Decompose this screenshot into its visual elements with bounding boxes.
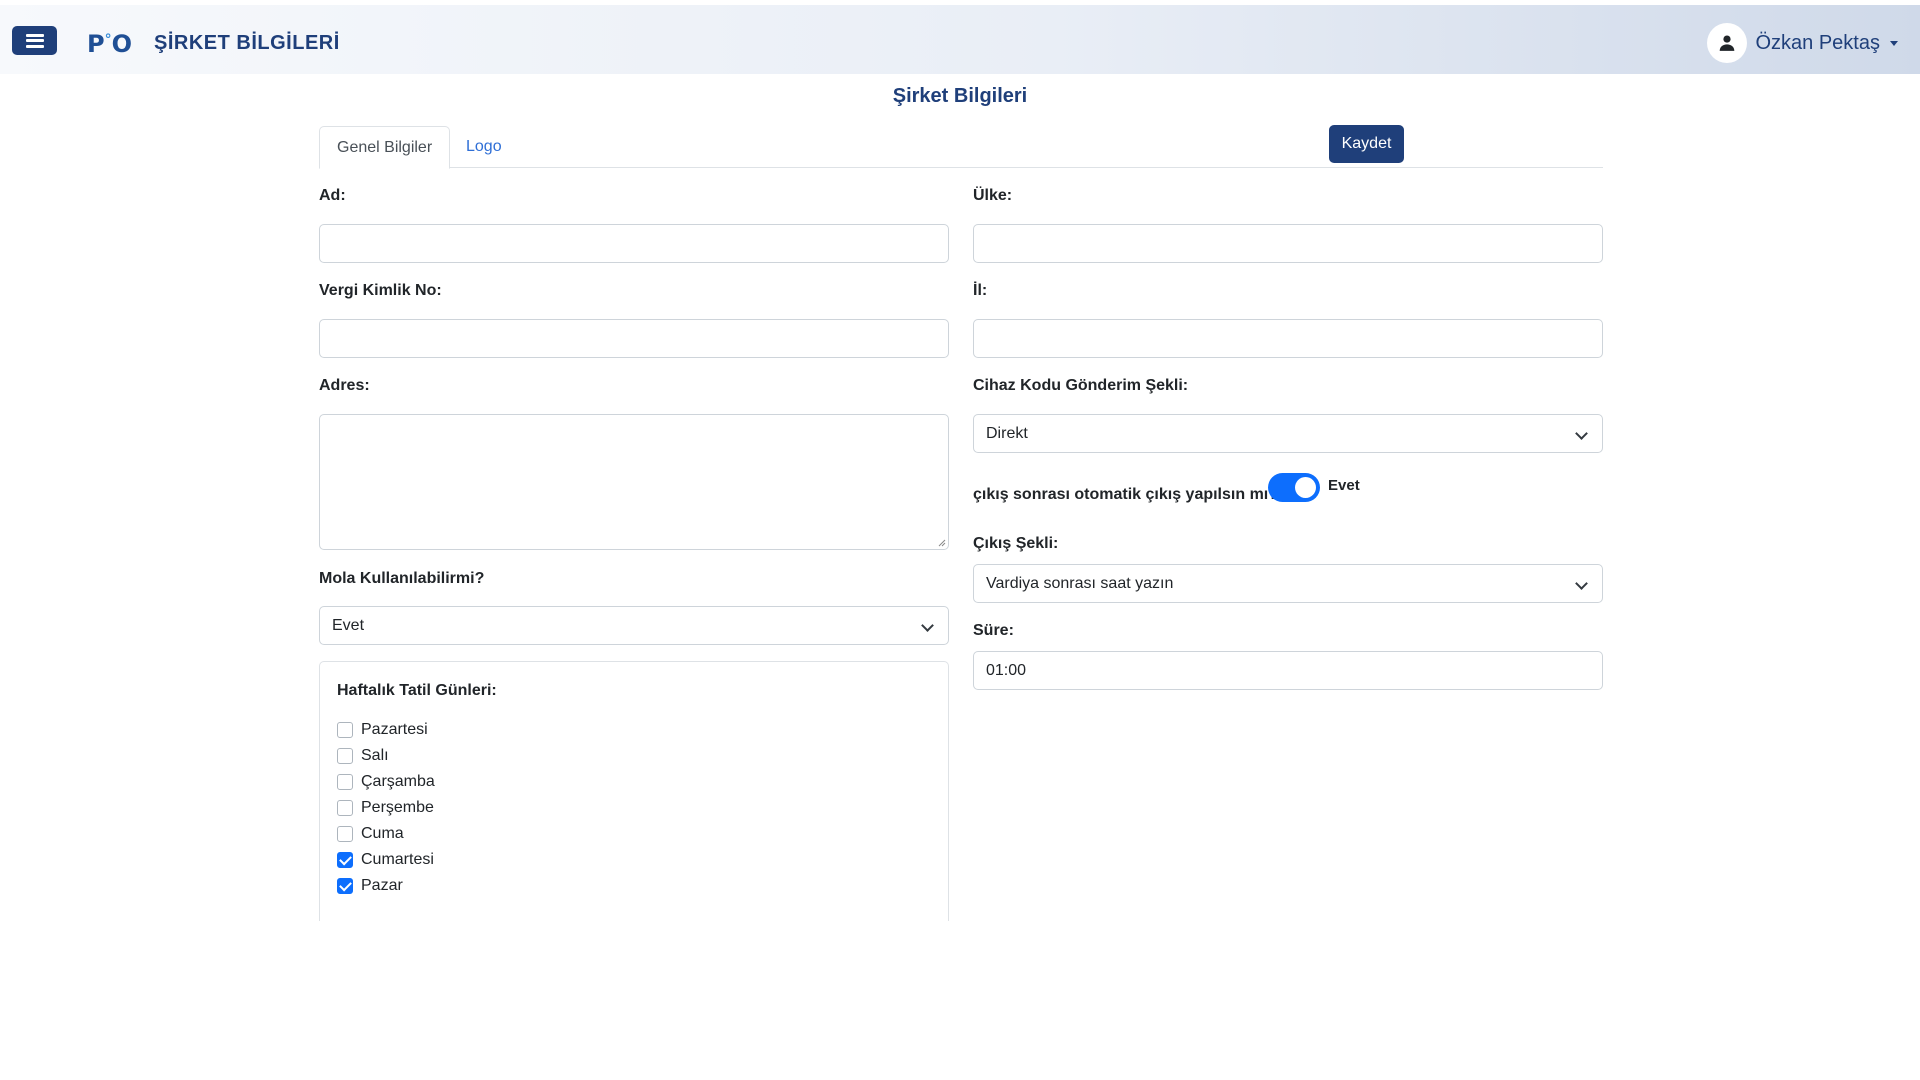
menu-toggle-button[interactable] (12, 26, 57, 55)
chevron-down-icon (921, 619, 934, 632)
sure-input[interactable]: 01:00 (973, 651, 1603, 690)
resize-handle-icon[interactable] (938, 539, 946, 547)
checkbox-label: Salı (361, 747, 389, 764)
tab-bar: Genel Bilgiler Logo (319, 126, 1603, 169)
il-label: İl: (973, 282, 988, 299)
cikis-sekli-value: Vardiya sonrası saat yazın (986, 574, 1174, 592)
checkbox-box-checked[interactable] (337, 852, 353, 868)
checkbox-sali[interactable]: Salı (337, 747, 389, 765)
app-title: ŞİRKET BİLGİLERİ (154, 32, 340, 54)
tab-genel-bilgiler[interactable]: Genel Bilgiler (319, 126, 451, 169)
mola-label: Mola Kullanılabilirmi? (319, 570, 485, 587)
vergi-input[interactable] (319, 319, 949, 358)
checkbox-box[interactable] (337, 826, 353, 842)
sure-label: Süre: (973, 622, 1014, 639)
otomatik-cikis-value: Evet (1328, 477, 1360, 494)
checkbox-persembe[interactable]: Perşembe (337, 799, 434, 817)
checkbox-box[interactable] (337, 748, 353, 764)
ulke-input[interactable] (973, 224, 1603, 263)
app-logo: P°O (87, 30, 132, 58)
mola-select[interactable]: Evet (319, 606, 949, 645)
checkbox-label: Cuma (361, 825, 404, 842)
chevron-down-icon (1575, 427, 1588, 440)
adres-textarea[interactable] (319, 414, 949, 550)
user-name: Özkan Pektaş (1755, 31, 1880, 54)
cikis-sekli-select[interactable]: Vardiya sonrası saat yazın (973, 564, 1603, 603)
ad-input[interactable] (319, 224, 949, 263)
chevron-down-icon (1890, 40, 1898, 46)
il-input[interactable] (973, 319, 1603, 358)
user-menu[interactable]: Özkan Pektaş (1707, 23, 1898, 63)
checkbox-box[interactable] (337, 800, 353, 816)
tab-logo[interactable]: Logo (449, 126, 519, 168)
checkbox-label: Perşembe (361, 799, 434, 816)
otomatik-cikis-label: çıkış sonrası otomatik çıkış yapılsın mı… (973, 486, 1279, 503)
top-navbar: P°O ŞİRKET BİLGİLERİ Özkan Pektaş (0, 5, 1920, 74)
ad-label: Ad: (319, 187, 346, 204)
checkbox-cumartesi[interactable]: Cumartesi (337, 851, 434, 869)
checkbox-pazartesi[interactable]: Pazartesi (337, 721, 428, 739)
cihaz-select[interactable]: Direkt (973, 414, 1603, 453)
cihaz-select-value: Direkt (986, 424, 1028, 442)
checkbox-box[interactable] (337, 774, 353, 790)
ulke-label: Ülke: (973, 187, 1013, 204)
save-button[interactable]: Kaydet (1329, 125, 1404, 163)
checkbox-carsamba[interactable]: Çarşamba (337, 773, 435, 791)
user-avatar-icon (1707, 23, 1748, 63)
cihaz-label: Cihaz Kodu Gönderim Şekli: (973, 377, 1189, 394)
toggle-knob (1295, 477, 1316, 498)
checkbox-label: Çarşamba (361, 773, 435, 790)
tatil-gunleri-panel: Haftalık Tatil Günleri: Pazartesi Salı Ç… (319, 661, 949, 921)
checkbox-label: Pazar (361, 877, 403, 894)
cikis-sekli-label: Çıkış Şekli: (973, 535, 1059, 552)
page-title: Şirket Bilgileri (892, 85, 1028, 107)
tatil-gunleri-title: Haftalık Tatil Günleri: (337, 682, 497, 699)
checkbox-pazar[interactable]: Pazar (337, 877, 403, 895)
checkbox-label: Cumartesi (361, 851, 434, 868)
checkbox-box[interactable] (337, 722, 353, 738)
hamburger-icon (25, 33, 44, 48)
checkbox-cuma[interactable]: Cuma (337, 825, 404, 843)
adres-label: Adres: (319, 377, 370, 394)
checkbox-label: Pazartesi (361, 721, 428, 738)
vergi-label: Vergi Kimlik No: (319, 282, 442, 299)
otomatik-cikis-toggle[interactable] (1268, 473, 1320, 502)
checkbox-box-checked[interactable] (337, 878, 353, 894)
chevron-down-icon (1575, 577, 1588, 590)
mola-select-value: Evet (332, 616, 365, 634)
